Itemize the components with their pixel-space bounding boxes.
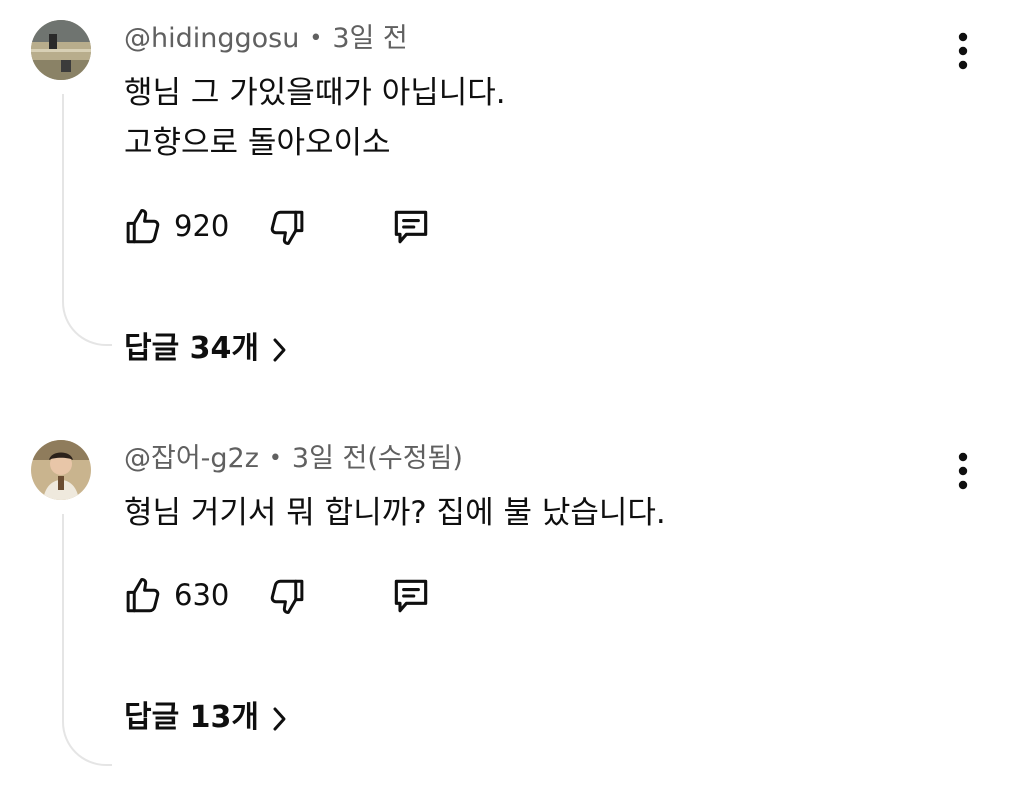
chevron-right-icon bbox=[273, 338, 286, 361]
comment-text-line: 형님 거기서 뭐 합니까? 집에 불 났습니다. bbox=[124, 495, 666, 531]
like-count: 920 bbox=[174, 209, 230, 243]
dislike-button[interactable] bbox=[264, 570, 310, 620]
thread-line bbox=[62, 94, 112, 346]
comment-actions: 920 bbox=[120, 201, 450, 251]
more-options-button[interactable] bbox=[944, 446, 982, 496]
reply-icon bbox=[394, 579, 428, 613]
thumbs-up-icon bbox=[126, 578, 160, 613]
reply-button[interactable] bbox=[388, 201, 436, 251]
reply-icon bbox=[394, 210, 428, 244]
author-handle[interactable]: @hidinggosu bbox=[124, 23, 299, 54]
like-button[interactable]: 630 bbox=[120, 570, 240, 620]
avatar[interactable] bbox=[31, 440, 91, 500]
more-vertical-icon bbox=[958, 452, 968, 490]
comment-text-line: 행님 그 가있을때가 아닙니다. bbox=[124, 75, 506, 111]
comment-meta: @hidinggosu • 3일 전 bbox=[124, 21, 408, 57]
like-count: 630 bbox=[174, 578, 230, 612]
comment-meta: @잡어-g2z • 3일 전(수정됨) bbox=[124, 441, 463, 477]
dislike-button[interactable] bbox=[264, 201, 310, 251]
timestamp: 3일 전 bbox=[332, 23, 408, 54]
more-vertical-icon bbox=[958, 32, 968, 70]
comment-2: @잡어-g2z • 3일 전(수정됨) 형님 거기서 뭐 합니까? 집에 불 났습니… bbox=[0, 420, 1024, 790]
timestamp: 3일 전(수정됨) bbox=[291, 443, 463, 474]
replies-count-label: 답글 13개 bbox=[124, 700, 259, 735]
more-options-button[interactable] bbox=[944, 26, 982, 76]
view-replies-button[interactable]: 답글 13개 bbox=[124, 694, 324, 742]
comment-1: @hidinggosu • 3일 전 행님 그 가있을때가 아닙니다. 고향으로 돌… bbox=[0, 0, 1024, 370]
thumbs-down-icon bbox=[270, 579, 304, 614]
comment-text-line: 고향으로 돌아오이소 bbox=[124, 125, 391, 161]
meta-separator: • bbox=[268, 446, 282, 471]
meta-separator: • bbox=[309, 26, 323, 51]
like-button[interactable]: 920 bbox=[120, 201, 240, 251]
reply-button[interactable] bbox=[388, 570, 436, 620]
view-replies-button[interactable]: 답글 34개 bbox=[124, 325, 324, 373]
thread-line bbox=[62, 514, 112, 766]
avatar[interactable] bbox=[31, 20, 91, 80]
replies-count-label: 답글 34개 bbox=[124, 331, 259, 366]
author-handle[interactable]: @잡어-g2z bbox=[124, 443, 259, 474]
thumbs-down-icon bbox=[270, 210, 304, 245]
chevron-right-icon bbox=[273, 707, 286, 730]
thumbs-up-icon bbox=[126, 209, 160, 244]
comment-actions: 630 bbox=[120, 570, 450, 620]
